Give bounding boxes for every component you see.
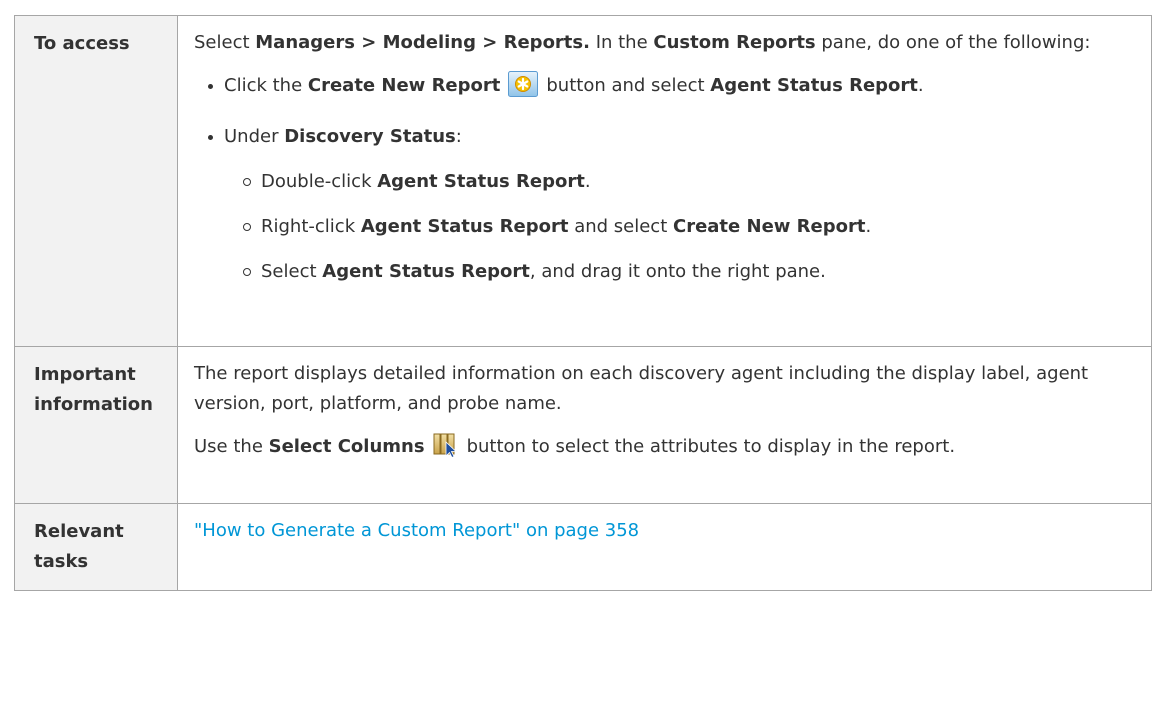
label-cell-to-access: To access [14,15,178,347]
row-label-important-information: Important information [34,364,153,415]
important-para-2: Use the Select Columns button to select … [194,432,1135,468]
sub-list-item-right-click: Right-click Agent Status Report and sele… [194,212,1135,242]
list-item-discovery-status: Under Discovery Status: [194,122,1135,152]
link-how-to-generate-custom-report[interactable]: "How to Generate a Custom Report" on pag… [194,520,639,541]
important-para-1: The report displays detailed information… [194,363,1089,414]
sub-list-item-drag: Select Agent Status Report, and drag it … [194,257,1135,287]
access-intro: Select Managers > Modeling > Reports. In… [194,32,1091,53]
label-cell-relevant-tasks: Relevant tasks [14,503,178,591]
row-label-relevant-tasks: Relevant tasks [34,521,124,572]
body-cell-to-access: Select Managers > Modeling > Reports. In… [177,15,1152,347]
row-to-access: To access Select Managers > Modeling > R… [14,15,1152,347]
body-cell-important: The report displays detailed information… [177,346,1152,504]
list-item-create-new-report: Click the Create New Report button and s… [194,71,1135,107]
reference-table: To access Select Managers > Modeling > R… [14,15,1152,591]
row-important-information: Important information The report display… [14,346,1152,504]
create-new-report-icon [508,71,539,107]
row-relevant-tasks: Relevant tasks "How to Generate a Custom… [14,503,1152,591]
sub-list-item-double-click: Double-click Agent Status Report. [194,167,1135,197]
select-columns-icon [433,432,459,468]
label-cell-important: Important information [14,346,178,504]
row-label-to-access: To access [34,33,130,54]
body-cell-relevant-tasks: "How to Generate a Custom Report" on pag… [177,503,1152,591]
